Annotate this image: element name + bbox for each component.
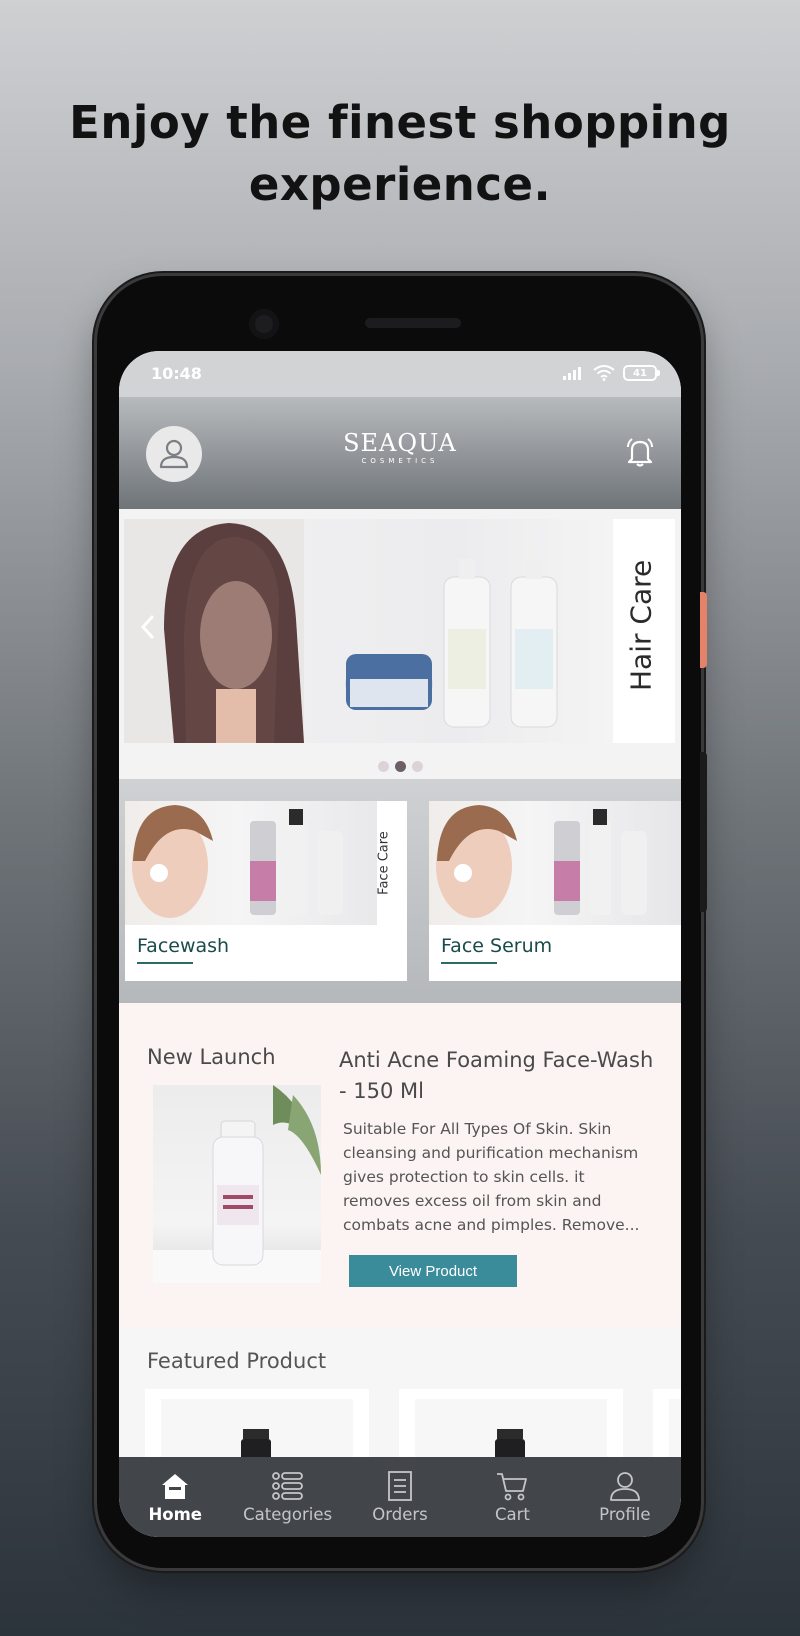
new-launch-description: Suitable For All Types Of Skin. Skin cle… bbox=[343, 1120, 640, 1234]
wifi-icon bbox=[593, 365, 615, 381]
category-name: Facewash bbox=[137, 935, 230, 957]
orders-icon bbox=[384, 1471, 416, 1501]
category-image bbox=[429, 801, 681, 925]
earpiece-speaker bbox=[365, 318, 461, 328]
featured-title: Featured Product bbox=[147, 1349, 327, 1373]
chevron-left-icon bbox=[140, 614, 155, 640]
banner-carousel: Hair Care bbox=[119, 509, 681, 779]
nav-label: Orders bbox=[372, 1505, 428, 1524]
status-icons: 41 bbox=[563, 365, 660, 381]
headline-line-1: Enjoy the finest shopping bbox=[69, 96, 731, 149]
battery-level: 41 bbox=[633, 367, 647, 379]
bottom-navigation: Home Categories Orders Cart Profile bbox=[119, 1457, 681, 1537]
category-side-label: Face Care bbox=[376, 831, 392, 895]
profile-icon bbox=[609, 1471, 641, 1501]
facewash-image bbox=[132, 805, 343, 918]
promo-headline: Enjoy the finest shopping experience. bbox=[0, 92, 800, 216]
nav-categories[interactable]: Categories bbox=[231, 1457, 343, 1537]
view-product-button[interactable]: View Product bbox=[349, 1255, 517, 1287]
brand-name: SEAQUA bbox=[343, 429, 457, 457]
new-launch-title: New Launch bbox=[147, 1045, 276, 1069]
category-image bbox=[125, 801, 407, 925]
foaming-facewash-bottle-image bbox=[153, 1085, 321, 1283]
face-serum-image bbox=[436, 805, 647, 918]
nav-cart[interactable]: Cart bbox=[456, 1457, 568, 1537]
signal-icon bbox=[563, 367, 581, 380]
new-launch-product-name[interactable]: Anti Acne Foaming Face-Wash - 150 Ml bbox=[339, 1045, 659, 1107]
cart-icon bbox=[496, 1471, 528, 1501]
banner-model-image bbox=[124, 519, 558, 743]
front-camera bbox=[249, 309, 279, 339]
hair-care-banner[interactable]: Hair Care bbox=[124, 519, 675, 743]
nav-orders[interactable]: Orders bbox=[344, 1457, 456, 1537]
banner-prev-arrow[interactable] bbox=[136, 607, 160, 647]
category-underline bbox=[441, 962, 497, 964]
phone-volume-button bbox=[700, 752, 707, 912]
category-side-panel: Face Care bbox=[377, 801, 407, 925]
status-bar: 10:48 41 bbox=[119, 351, 681, 397]
phone-screen: 10:48 41 SEAQUA COSMETICS Hair Care Face… bbox=[119, 351, 681, 1537]
notifications-button[interactable] bbox=[623, 435, 657, 469]
battery-icon: 41 bbox=[623, 365, 660, 381]
nav-home[interactable]: Home bbox=[119, 1457, 231, 1537]
category-section: Face Care Facewash Face Serum bbox=[119, 779, 681, 1003]
nav-label: Cart bbox=[494, 1505, 530, 1524]
carousel-dot[interactable] bbox=[411, 761, 423, 772]
new-launch-section: New Launch Anti Acne Foaming Face-Wash -… bbox=[119, 1003, 681, 1327]
nav-profile[interactable]: Profile bbox=[569, 1457, 681, 1537]
categories-icon bbox=[271, 1471, 304, 1501]
headline-line-2: experience. bbox=[248, 158, 552, 211]
banner-label: Hair Care bbox=[624, 559, 658, 691]
status-time: 10:48 bbox=[151, 364, 202, 383]
category-card-face-serum[interactable]: Face Serum bbox=[429, 801, 681, 981]
app-header: SEAQUA COSMETICS bbox=[119, 397, 681, 509]
brand-subtitle: COSMETICS bbox=[361, 457, 439, 465]
carousel-dot[interactable] bbox=[377, 761, 389, 772]
nav-label: Categories bbox=[243, 1505, 333, 1524]
category-name: Face Serum bbox=[441, 935, 553, 957]
bell-icon bbox=[627, 438, 653, 467]
featured-section: Featured Product bbox=[119, 1327, 681, 1499]
carousel-dot-active[interactable] bbox=[394, 761, 406, 772]
banner-label-panel: Hair Care bbox=[613, 519, 675, 743]
nav-label: Home bbox=[148, 1505, 202, 1524]
category-card-facewash[interactable]: Face Care Facewash bbox=[125, 801, 407, 981]
category-underline bbox=[137, 962, 193, 964]
carousel-dots bbox=[119, 761, 681, 772]
brand-logo: SEAQUA COSMETICS bbox=[119, 429, 681, 465]
new-launch-product-image[interactable] bbox=[153, 1085, 321, 1283]
nav-label: Profile bbox=[599, 1505, 651, 1524]
phone-side-button bbox=[700, 592, 707, 668]
home-icon bbox=[159, 1471, 191, 1501]
